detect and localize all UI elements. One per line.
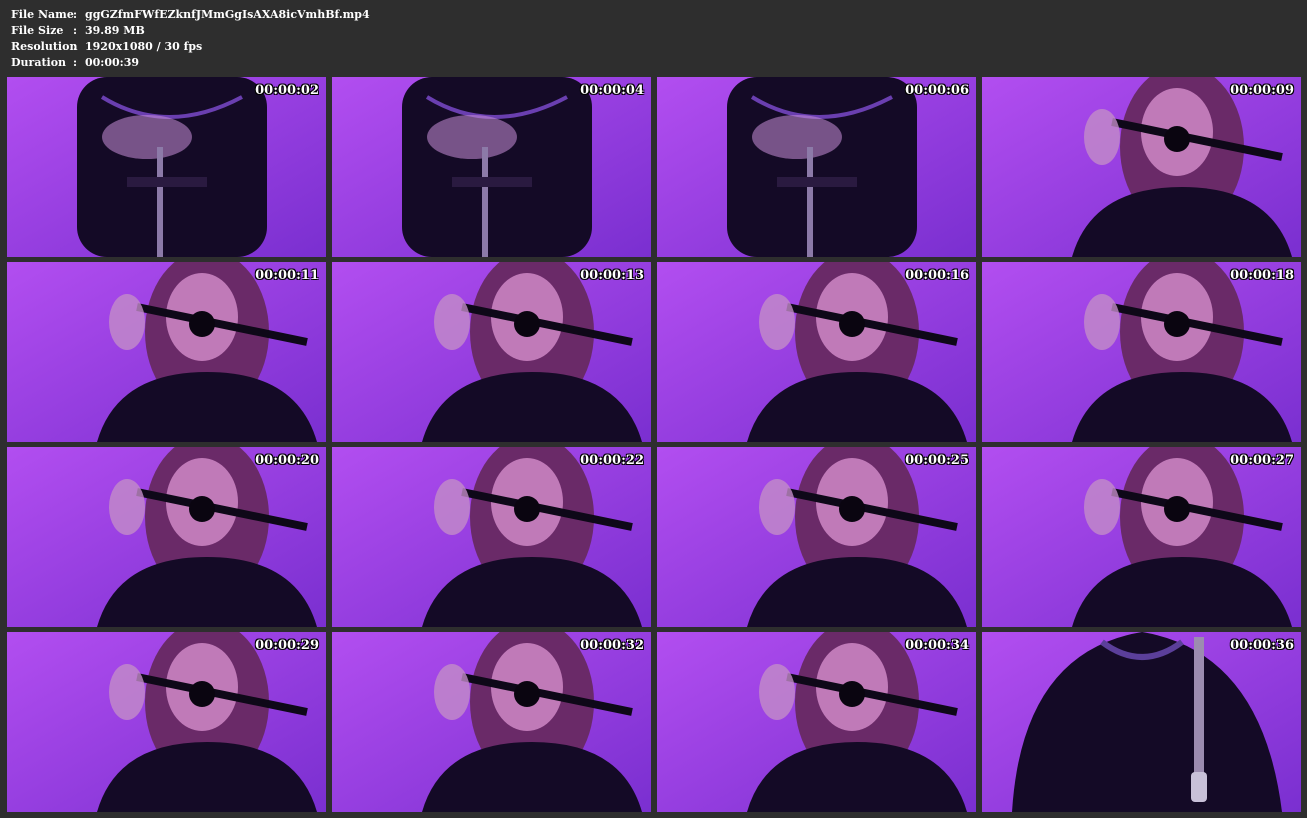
file-size-row: File Size : 39.89 MB — [11, 23, 370, 39]
thumbnail-timestamp: 00:00:02 — [255, 83, 319, 98]
video-thumbnail[interactable]: 00:00:09 — [982, 77, 1301, 257]
file-name-value: ggGZfmFWfEZknfJMmGgIsAXA8icVmhBf.mp4 — [85, 8, 370, 21]
video-thumbnail[interactable]: 00:00:25 — [657, 447, 976, 627]
thumbnail-timestamp: 00:00:16 — [905, 268, 969, 283]
thumbnail-image — [657, 262, 976, 442]
thumbnail-image — [7, 447, 326, 627]
video-thumbnail[interactable]: 00:00:32 — [332, 632, 651, 812]
resolution-label: Resolution — [11, 40, 78, 53]
thumbnail-image — [982, 632, 1301, 812]
thumbnail-timestamp: 00:00:25 — [905, 453, 969, 468]
thumbnail-timestamp: 00:00:34 — [905, 638, 969, 653]
thumbnail-timestamp: 00:00:06 — [905, 83, 969, 98]
thumbnail-image — [7, 262, 326, 442]
thumbnail-grid: 00:00:02 00:00:04 00:00:06 00:00:09 00:00:11… — [7, 77, 1301, 812]
thumbnail-image — [657, 632, 976, 812]
thumbnail-timestamp: 00:00:11 — [255, 268, 319, 283]
duration-separator: : — [73, 56, 78, 69]
thumbnail-image — [657, 447, 976, 627]
resolution-separator: : — [73, 40, 78, 53]
file-info-panel: File Name : ggGZfmFWfEZknfJMmGgIsAXA8icV… — [11, 7, 370, 71]
thumbnail-timestamp: 00:00:36 — [1230, 638, 1294, 653]
duration-label: Duration — [11, 56, 67, 69]
thumbnail-timestamp: 00:00:13 — [580, 268, 644, 283]
thumbnail-timestamp: 00:00:09 — [1230, 83, 1294, 98]
resolution-value: 1920x1080 / 30 fps — [85, 40, 203, 53]
thumbnail-image — [657, 77, 976, 257]
video-thumbnail[interactable]: 00:00:02 — [7, 77, 326, 257]
file-name-row: File Name : ggGZfmFWfEZknfJMmGgIsAXA8icV… — [11, 7, 370, 23]
duration-row: Duration : 00:00:39 — [11, 55, 370, 71]
thumbnail-timestamp: 00:00:04 — [580, 83, 644, 98]
video-thumbnail[interactable]: 00:00:16 — [657, 262, 976, 442]
resolution-row: Resolution : 1920x1080 / 30 fps — [11, 39, 370, 55]
thumbnail-timestamp: 00:00:22 — [580, 453, 644, 468]
thumbnail-timestamp: 00:00:27 — [1230, 453, 1294, 468]
thumbnail-image — [982, 77, 1301, 257]
thumbnail-timestamp: 00:00:29 — [255, 638, 319, 653]
thumbnail-image — [982, 262, 1301, 442]
video-thumbnail[interactable]: 00:00:18 — [982, 262, 1301, 442]
file-name-separator: : — [73, 8, 78, 21]
video-thumbnail[interactable]: 00:00:34 — [657, 632, 976, 812]
thumbnail-image — [332, 447, 651, 627]
thumbnail-timestamp: 00:00:20 — [255, 453, 319, 468]
video-thumbnail[interactable]: 00:00:36 — [982, 632, 1301, 812]
video-thumbnail[interactable]: 00:00:29 — [7, 632, 326, 812]
file-name-label: File Name — [11, 8, 74, 21]
thumbnail-timestamp: 00:00:32 — [580, 638, 644, 653]
video-thumbnail[interactable]: 00:00:13 — [332, 262, 651, 442]
thumbnail-image — [332, 632, 651, 812]
thumbnail-image — [332, 77, 651, 257]
thumbnail-timestamp: 00:00:18 — [1230, 268, 1294, 283]
file-size-label: File Size — [11, 24, 64, 37]
file-size-value: 39.89 MB — [85, 24, 145, 37]
video-thumbnail[interactable]: 00:00:22 — [332, 447, 651, 627]
thumbnail-image — [332, 262, 651, 442]
thumbnail-image — [7, 77, 326, 257]
video-thumbnail[interactable]: 00:00:06 — [657, 77, 976, 257]
thumbnail-image — [7, 632, 326, 812]
file-size-separator: : — [73, 24, 78, 37]
video-thumbnail[interactable]: 00:00:20 — [7, 447, 326, 627]
duration-value: 00:00:39 — [85, 56, 140, 69]
thumbnail-image — [982, 447, 1301, 627]
video-thumbnail[interactable]: 00:00:11 — [7, 262, 326, 442]
video-thumbnail[interactable]: 00:00:27 — [982, 447, 1301, 627]
video-thumbnail[interactable]: 00:00:04 — [332, 77, 651, 257]
